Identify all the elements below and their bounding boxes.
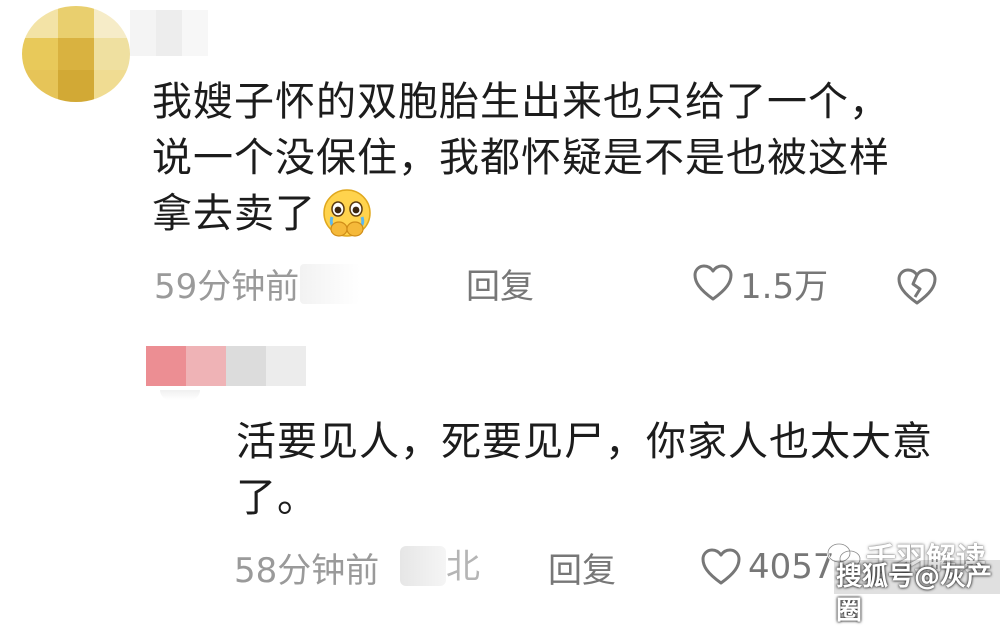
comment-text-line: 说一个没保住，我都怀疑是不是也被这样: [152, 135, 890, 181]
comment-timestamp: 58分钟前: [234, 550, 380, 591]
dislike-button[interactable]: [896, 262, 938, 312]
comment-text-line: 活要见人，死要见尸，你家人也太大意: [236, 419, 933, 465]
location-pixelated: [400, 546, 446, 586]
username-pixelated[interactable]: [146, 346, 306, 386]
comment-text-segment: 拿去卖了: [152, 191, 316, 237]
crying-face-hands-icon: [323, 189, 371, 237]
heart-outline-icon: [693, 264, 733, 301]
avatar[interactable]: [160, 390, 200, 400]
reply-button[interactable]: 回复: [548, 542, 616, 592]
like-count: 1.5万: [740, 266, 829, 307]
like-button[interactable]: 1.5万: [692, 258, 828, 308]
comment-text-line: 了。: [236, 475, 318, 521]
avatar[interactable]: [22, 6, 130, 102]
sohu-watermark: 搜狐号@灰产圈: [834, 560, 1000, 626]
comment-timestamp: 59分钟前: [154, 266, 300, 307]
comment-text-line: 拿去卖了: [152, 186, 374, 242]
comment-text-line: 我嫂子怀的双胞胎生出来也只给了一个，: [152, 79, 890, 125]
reply-button[interactable]: 回复: [466, 258, 534, 308]
like-count: 4057: [748, 547, 835, 587]
username-pixelated[interactable]: [130, 10, 208, 56]
like-button[interactable]: 4057: [700, 542, 835, 592]
location-text: 北: [446, 547, 480, 587]
heart-outline-icon: [701, 548, 741, 585]
location-pixelated: [300, 264, 360, 304]
broken-heart-icon: [897, 268, 937, 305]
